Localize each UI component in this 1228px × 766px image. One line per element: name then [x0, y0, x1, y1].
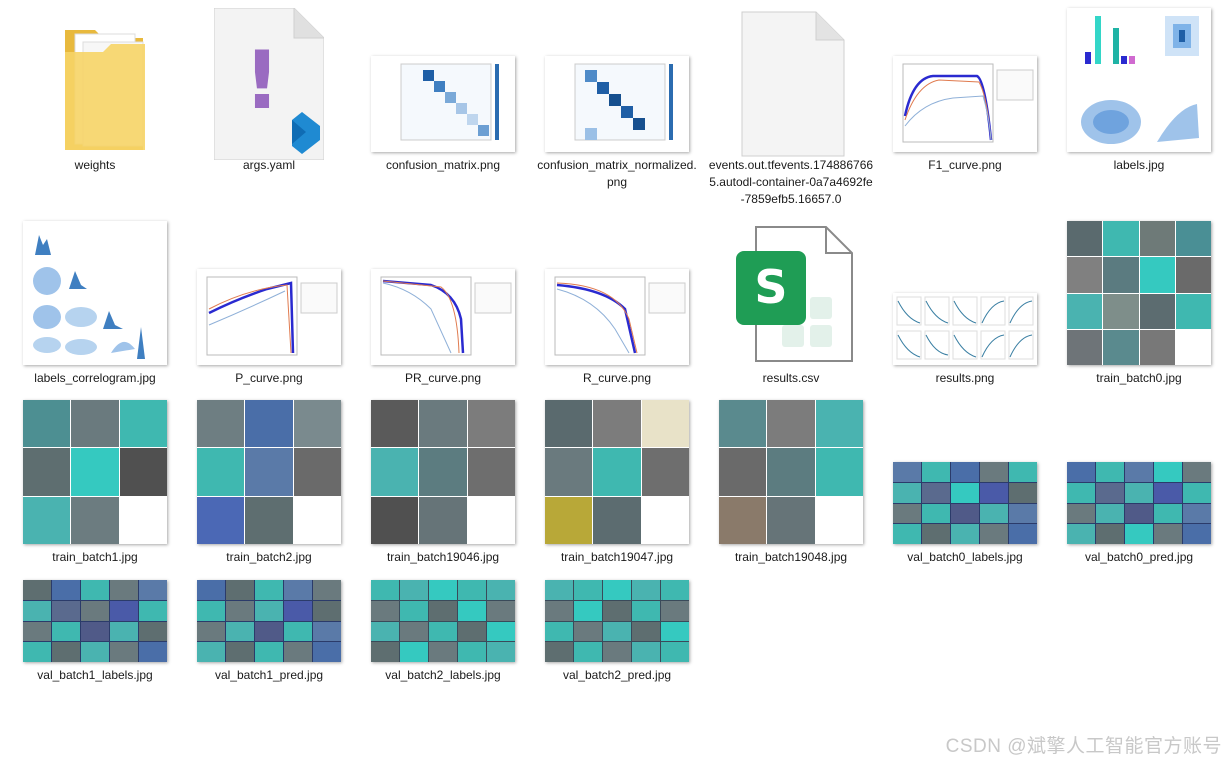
spreadsheet-file-icon: S [726, 221, 856, 365]
file-name: confusion_matrix.png [385, 158, 501, 172]
yaml-file-icon: ! [213, 7, 325, 161]
watermark: CSDN @斌擎人工智能官方账号 [945, 736, 1222, 757]
thumbnail [8, 4, 182, 152]
thumbnail [8, 514, 182, 662]
val-batch0-labels-thumbnail [893, 462, 1037, 544]
file-name: val_batch2_labels.jpg [385, 668, 501, 682]
thumbnail [878, 217, 1052, 365]
f1-curve-thumbnail [893, 56, 1037, 152]
file-name: results.png [935, 371, 995, 385]
labels-correlogram-thumbnail [23, 221, 167, 365]
file-name: val_batch1_labels.jpg [37, 668, 153, 682]
r-curve-thumbnail [545, 269, 689, 365]
thumbnail [1052, 396, 1226, 544]
val-batch2-pred-thumbnail [545, 580, 689, 662]
thumbnail [530, 514, 704, 662]
file-name: F1_curve.png [928, 158, 1002, 172]
p-curve-thumbnail [197, 269, 341, 365]
thumbnail [356, 217, 530, 365]
file-name: val_batch0_pred.jpg [1084, 550, 1194, 564]
thumbnail [8, 217, 182, 365]
thumbnail [530, 4, 704, 152]
file-name: labels.jpg [1113, 158, 1165, 172]
thumbnail [356, 4, 530, 152]
file-name: P_curve.png [235, 371, 303, 385]
file-name: labels_correlogram.jpg [34, 371, 156, 385]
file-name: val_batch1_pred.jpg [214, 668, 324, 682]
train-batch0-thumbnail [1067, 221, 1211, 365]
file-name: train_batch19048.jpg [734, 550, 848, 564]
thumbnail [530, 217, 704, 365]
file-name: results.csv [762, 371, 820, 385]
thumbnail [878, 396, 1052, 544]
val-batch1-pred-thumbnail [197, 580, 341, 662]
file-name: events.out.tfevents.1748867665.autodl-co… [708, 158, 874, 206]
file-name: val_batch2_pred.jpg [562, 668, 672, 682]
labels-thumbnail [1067, 8, 1211, 152]
file-name: weights [74, 158, 116, 172]
confusion-matrix-normalized-thumbnail [545, 56, 689, 152]
val-batch0-pred-thumbnail [1067, 462, 1211, 544]
thumbnail [182, 217, 356, 365]
thumbnail [704, 4, 878, 157]
file-name: confusion_matrix_normalized.png [537, 158, 697, 189]
thumbnail [1052, 217, 1226, 365]
file-name: R_curve.png [582, 371, 652, 385]
thumbnail [1052, 4, 1226, 152]
thumbnail [182, 514, 356, 662]
pr-curve-thumbnail [371, 269, 515, 365]
file-name: train_batch0.jpg [1096, 371, 1182, 385]
val-batch1-labels-thumbnail [23, 580, 167, 662]
document-icon [736, 8, 846, 157]
file-name: val_batch0_labels.jpg [907, 550, 1023, 564]
thumbnail: S [704, 217, 878, 365]
yaml-glyph: ! [244, 34, 280, 127]
csv-letter: S [754, 260, 787, 314]
thumbnail [878, 4, 1052, 152]
folder-icon [35, 12, 155, 152]
thumbnail: ! [182, 4, 356, 161]
results-thumbnail [893, 293, 1037, 365]
thumbnail [356, 514, 530, 662]
thumbnail [704, 396, 878, 544]
val-batch2-labels-thumbnail [371, 580, 515, 662]
file-name: PR_curve.png [404, 371, 482, 385]
confusion-matrix-thumbnail [371, 56, 515, 152]
file-name: args.yaml [242, 158, 295, 172]
train-batch19048-thumbnail [719, 400, 863, 544]
